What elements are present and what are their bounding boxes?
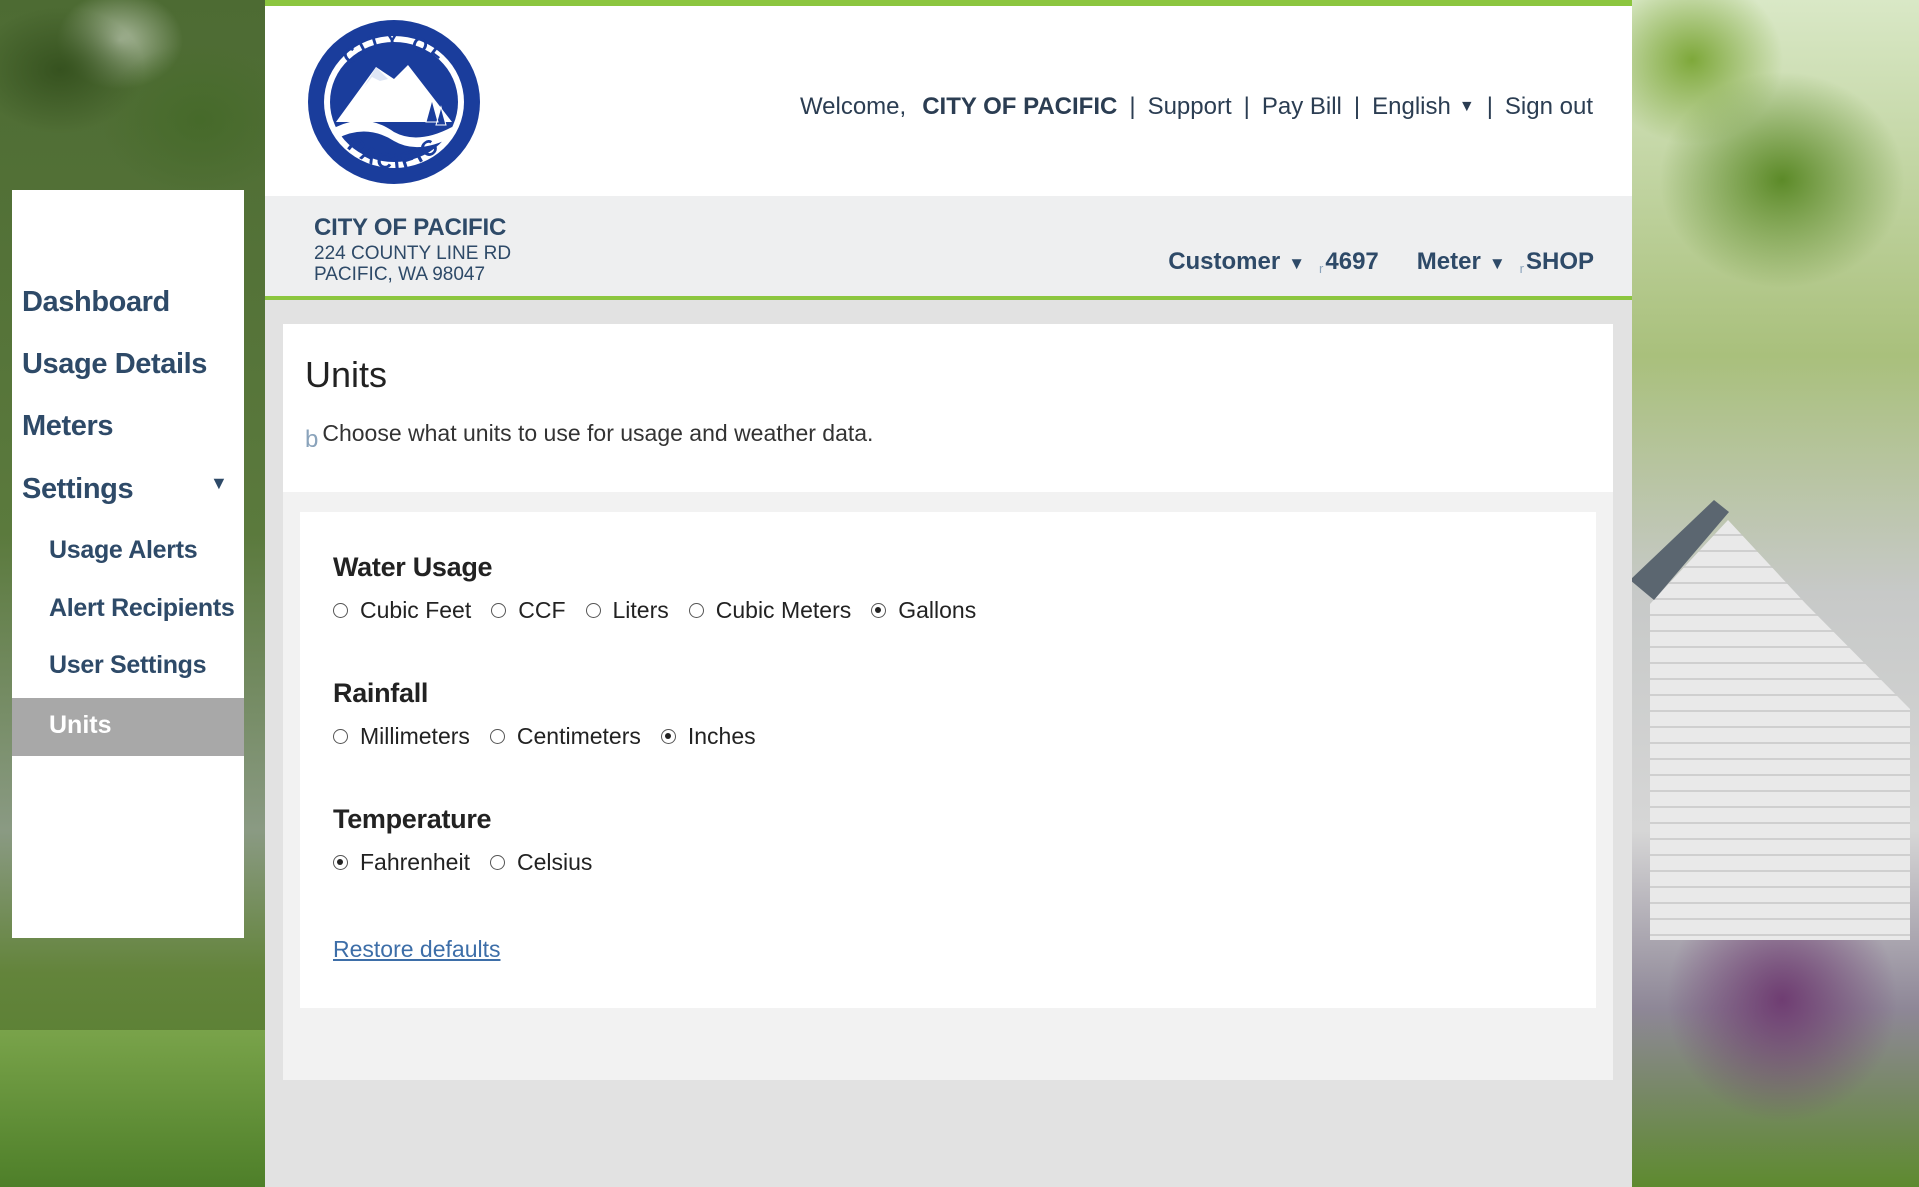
radio-label: Millimeters	[360, 723, 470, 749]
temperature-options: Fahrenheit Celsius	[333, 849, 612, 876]
sidebar-item-dashboard[interactable]: Dashboard	[22, 286, 170, 319]
radio-option[interactable]: Centimeters	[489, 723, 641, 750]
main-frame: CITY OF PACIFIC Welcome, CITY OF PACIFIC…	[265, 0, 1632, 1187]
rainfall-options: Millimeters Centimeters Inches	[333, 723, 776, 750]
sidebar-subitem-units[interactable]: Units	[12, 698, 244, 756]
pay-bill-link[interactable]: Pay Bill	[1262, 93, 1342, 121]
radio-button[interactable]	[489, 729, 505, 744]
radio-button[interactable]	[871, 603, 887, 618]
page-description: b Choose what units to use for usage and …	[305, 420, 874, 453]
radio-button[interactable]	[491, 603, 507, 618]
language-dropdown[interactable]: English ▼	[1372, 93, 1475, 121]
units-form: Water Usage Cubic Feet CCF Liters Cubic Met…	[300, 512, 1596, 1008]
radio-label: Centimeters	[516, 723, 641, 749]
sidebar-item-usage-details[interactable]: Usage Details	[22, 348, 207, 381]
radio-option[interactable]: Cubic Meters	[688, 597, 852, 624]
account-bar: CITY OF PACIFIC 224 COUNTY LINE RD PACIF…	[265, 196, 1632, 300]
customer-label: Customer	[1168, 248, 1281, 275]
chevron-down-icon: ▼	[1288, 254, 1306, 273]
welcome-org-name: CITY OF PACIFIC	[922, 93, 1118, 120]
nav-separator: |	[1243, 93, 1250, 120]
radio-option[interactable]: Millimeters	[333, 723, 470, 750]
radio-label: Fahrenheit	[360, 849, 470, 875]
support-link[interactable]: Support	[1148, 93, 1232, 121]
welcome-label: Welcome,	[799, 93, 907, 120]
sidebar-subitem-user-settings[interactable]: User Settings	[49, 651, 207, 680]
radio-label: CCF	[518, 597, 566, 623]
description-text: Choose what units to use for usage and w…	[322, 420, 874, 446]
radio-label: Celsius	[516, 849, 593, 875]
account-selectors: Customer ▼ r 4697 Meter ▼ r SHOP	[1168, 248, 1594, 276]
nav-separator: |	[1353, 93, 1361, 120]
chevron-down-icon: ▼	[1488, 254, 1506, 273]
radio-option[interactable]: Gallons	[871, 597, 976, 624]
radio-option[interactable]: CCF	[491, 597, 566, 624]
chevron-down-icon: ▼	[1458, 98, 1475, 115]
sign-out-link[interactable]: Sign out	[1505, 93, 1593, 121]
account-address-line1: 224 COUNTY LINE RD	[314, 243, 512, 264]
radio-label: Gallons	[898, 597, 977, 623]
customer-selector[interactable]: Customer ▼	[1168, 248, 1305, 276]
sidebar-item-meters[interactable]: Meters	[22, 410, 113, 443]
background-lawn	[0, 1030, 270, 1187]
radio-button[interactable]	[688, 603, 704, 618]
sidebar-item-settings[interactable]: Settings	[22, 473, 134, 506]
nav-separator: |	[1129, 93, 1136, 120]
chevron-down-icon[interactable]: ▼	[210, 473, 228, 494]
radio-button[interactable]	[333, 603, 348, 618]
radio-label: Liters	[612, 597, 669, 623]
top-nav: Welcome, CITY OF PACIFIC | Support | Pay…	[800, 90, 1593, 124]
customer-value: 4697	[1325, 248, 1379, 275]
sidebar-subitem-alert-recipients[interactable]: Alert Recipients	[49, 594, 235, 623]
sidebar: Dashboard Usage Details Meters Settings …	[12, 190, 244, 938]
top-header: CITY OF PACIFIC Welcome, CITY OF PACIFIC…	[265, 0, 1632, 196]
meter-label: Meter	[1416, 248, 1481, 275]
meter-selector[interactable]: Meter ▼	[1417, 248, 1506, 276]
radio-button[interactable]	[489, 855, 505, 870]
radio-label: Inches	[687, 723, 756, 749]
radio-option[interactable]: Liters	[585, 597, 669, 624]
radio-option[interactable]: Inches	[660, 723, 756, 750]
sidebar-subitem-usage-alerts[interactable]: Usage Alerts	[49, 536, 198, 565]
temperature-title: Temperature	[333, 804, 492, 834]
city-logo[interactable]: CITY OF PACIFIC	[306, 17, 482, 187]
radio-option[interactable]: Fahrenheit	[333, 849, 470, 876]
radio-button[interactable]	[585, 603, 601, 618]
page-title: Units	[305, 354, 388, 395]
description-mark: b	[305, 426, 319, 453]
units-settings-card: Water Usage Cubic Feet CCF Liters Cubic Met…	[283, 492, 1613, 1080]
radio-option[interactable]: Cubic Feet	[333, 597, 471, 624]
account-address-line2: PACIFIC, WA 98047	[314, 264, 486, 285]
water-usage-title: Water Usage	[333, 552, 493, 582]
nav-separator: |	[1486, 93, 1493, 120]
sidebar-subitem-units-label: Units	[49, 711, 112, 739]
radio-label: Cubic Meters	[715, 597, 852, 623]
customer-mark: r	[1319, 260, 1324, 276]
radio-option[interactable]: Celsius	[489, 849, 593, 876]
radio-button[interactable]	[660, 729, 676, 744]
units-header-card: Units b Choose what units to use for usag…	[283, 324, 1613, 492]
water-usage-options: Cubic Feet CCF Liters Cubic Meters Gallons	[333, 597, 996, 624]
radio-button[interactable]	[333, 855, 348, 870]
radio-button[interactable]	[333, 729, 348, 744]
restore-defaults-link[interactable]: Restore defaults	[333, 936, 500, 963]
account-name: CITY OF PACIFIC	[314, 214, 507, 241]
language-label: English	[1372, 93, 1451, 120]
meter-value: SHOP	[1525, 248, 1594, 275]
rainfall-title: Rainfall	[333, 678, 429, 708]
meter-mark: r	[1519, 260, 1524, 276]
radio-label: Cubic Feet	[360, 597, 472, 623]
